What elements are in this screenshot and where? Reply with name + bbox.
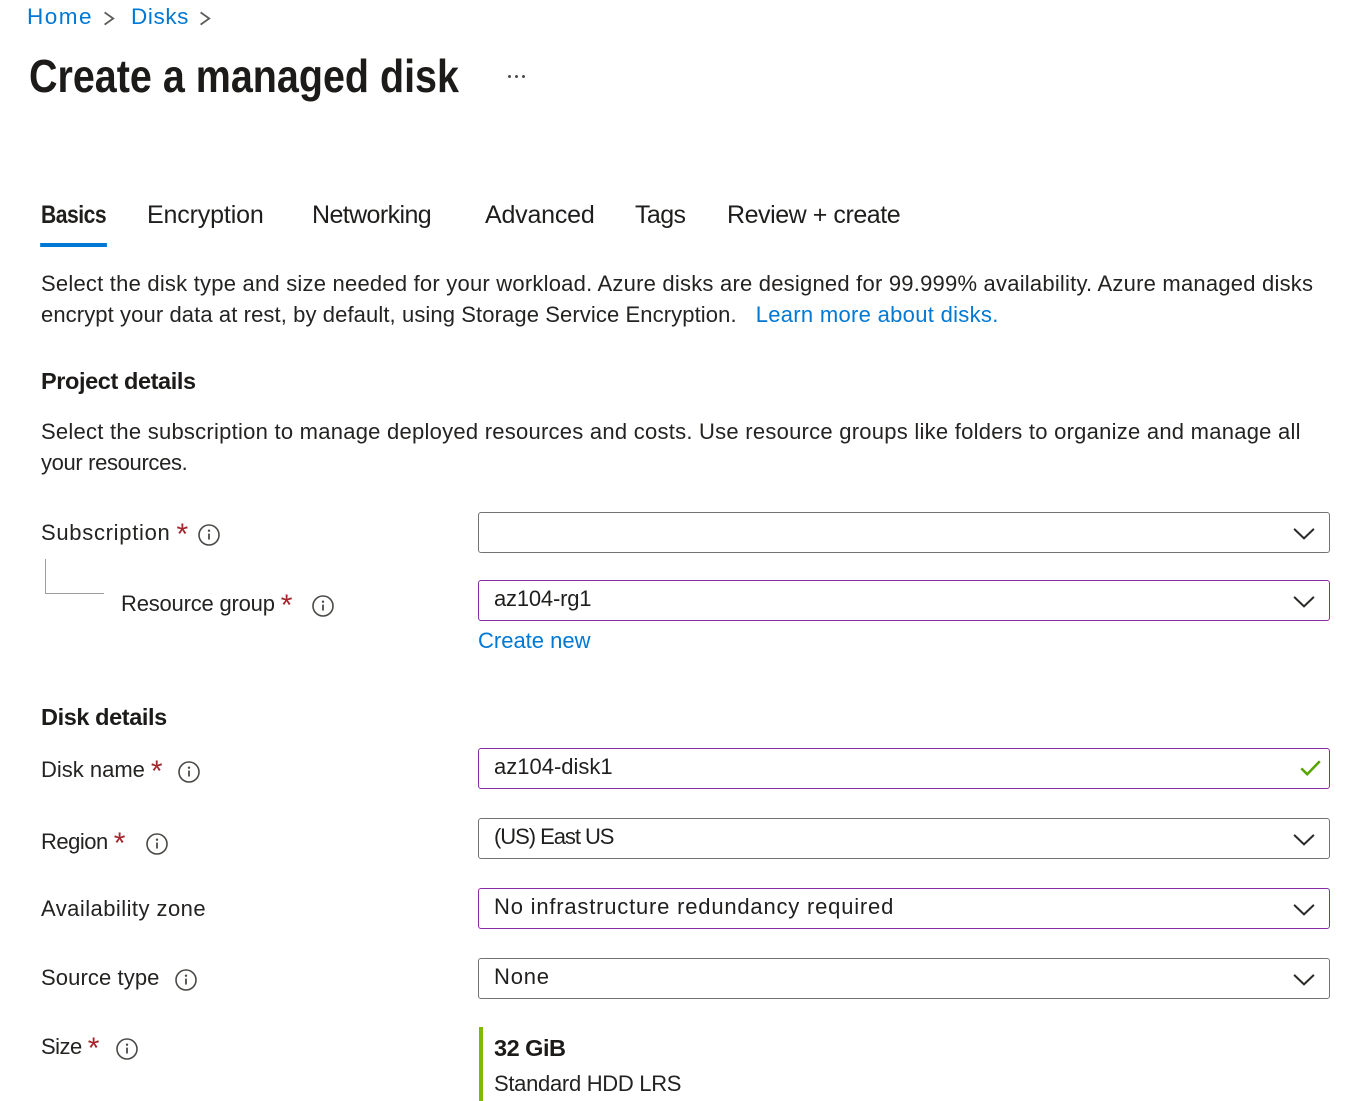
required-asterisk: * xyxy=(176,528,188,542)
availability-zone-dropdown[interactable]: No infrastructure redundancy required xyxy=(478,888,1330,929)
breadcrumb: Home Disks xyxy=(27,4,227,30)
tab-review-create[interactable]: Review + create xyxy=(727,200,900,230)
required-asterisk: * xyxy=(281,599,293,613)
field-connector-line xyxy=(45,593,104,594)
subscription-label: Subscription * xyxy=(41,512,220,553)
field-label-text: Size xyxy=(41,1034,82,1060)
more-options-icon[interactable] xyxy=(508,75,525,78)
source-type-dropdown[interactable]: None xyxy=(478,958,1330,999)
field-label-text: Subscription xyxy=(41,520,170,546)
region-label: Region * xyxy=(41,821,168,862)
create-managed-disk-page: Home Disks Create a managed disk Basics … xyxy=(0,0,1348,1101)
size-accent-bar xyxy=(479,1027,483,1101)
tab-encryption[interactable]: Encryption xyxy=(147,200,264,230)
tab-bar: Basics Encryption Networking Advanced Ta… xyxy=(0,200,1348,247)
resource-group-dropdown[interactable]: az104-rg1 xyxy=(478,580,1330,621)
size-value[interactable]: 32 GiB xyxy=(494,1034,565,1062)
info-icon[interactable] xyxy=(198,524,220,546)
info-icon[interactable] xyxy=(312,595,334,617)
resource-group-value: az104-rg1 xyxy=(494,581,591,617)
field-connector-line xyxy=(45,559,46,593)
project-details-heading: Project details xyxy=(41,366,196,397)
info-icon[interactable] xyxy=(175,969,197,991)
info-icon[interactable] xyxy=(146,833,168,855)
chevron-down-icon xyxy=(1293,974,1315,986)
breadcrumb-home-link[interactable]: Home xyxy=(27,4,93,30)
disk-name-input[interactable]: az104-disk1 xyxy=(478,748,1330,789)
learn-more-link[interactable]: Learn more about disks. xyxy=(756,302,999,327)
field-label-text: Disk name xyxy=(41,757,145,783)
info-icon[interactable] xyxy=(116,1038,138,1060)
create-new-link[interactable]: Create new xyxy=(478,628,591,654)
tab-tags[interactable]: Tags xyxy=(635,200,685,230)
info-icon[interactable] xyxy=(178,761,200,783)
size-label: Size * xyxy=(41,1026,138,1067)
region-dropdown[interactable]: (US) East US xyxy=(478,818,1330,859)
intro-line2-text: encrypt your data at rest, by default, u… xyxy=(41,302,737,327)
intro-line2: encrypt your data at rest, by default, u… xyxy=(41,299,999,330)
availability-zone-label: Availability zone xyxy=(41,888,206,929)
required-asterisk: * xyxy=(88,1042,100,1056)
valid-check-icon xyxy=(1300,760,1321,776)
size-sku[interactable]: Standard HDD LRS xyxy=(494,1070,681,1098)
tab-networking[interactable]: Networking xyxy=(312,200,431,230)
disk-name-label: Disk name * xyxy=(41,749,200,790)
tab-basics[interactable]: Basics xyxy=(41,200,106,230)
chevron-right-icon xyxy=(199,11,211,26)
source-type-value: None xyxy=(494,959,550,995)
region-value: (US) East US xyxy=(494,819,613,855)
page-title: Create a managed disk xyxy=(29,48,459,104)
required-asterisk: * xyxy=(151,765,163,779)
availability-zone-value: No infrastructure redundancy required xyxy=(494,889,894,925)
chevron-down-icon xyxy=(1293,904,1315,916)
field-label-text: Resource group xyxy=(121,591,275,617)
chevron-right-icon xyxy=(103,11,115,26)
resource-group-label: Resource group * xyxy=(121,583,334,624)
disk-details-heading: Disk details xyxy=(41,702,167,733)
tab-advanced[interactable]: Advanced xyxy=(485,200,595,230)
field-label-text: Region xyxy=(41,829,108,855)
chevron-down-icon xyxy=(1293,528,1315,540)
disk-name-value: az104-disk1 xyxy=(494,749,613,785)
field-label-text: Source type xyxy=(41,965,160,991)
chevron-down-icon xyxy=(1293,596,1315,608)
breadcrumb-disks-link[interactable]: Disks xyxy=(131,4,189,30)
project-desc-line2: your resources. xyxy=(41,447,187,478)
intro-line1: Select the disk type and size needed for… xyxy=(41,268,1313,299)
source-type-label: Source type xyxy=(41,957,197,998)
field-label-text: Availability zone xyxy=(41,896,206,922)
subscription-dropdown[interactable] xyxy=(478,512,1330,553)
chevron-down-icon xyxy=(1293,834,1315,846)
project-desc-line1: Select the subscription to manage deploy… xyxy=(41,416,1301,447)
required-asterisk: * xyxy=(114,837,126,851)
